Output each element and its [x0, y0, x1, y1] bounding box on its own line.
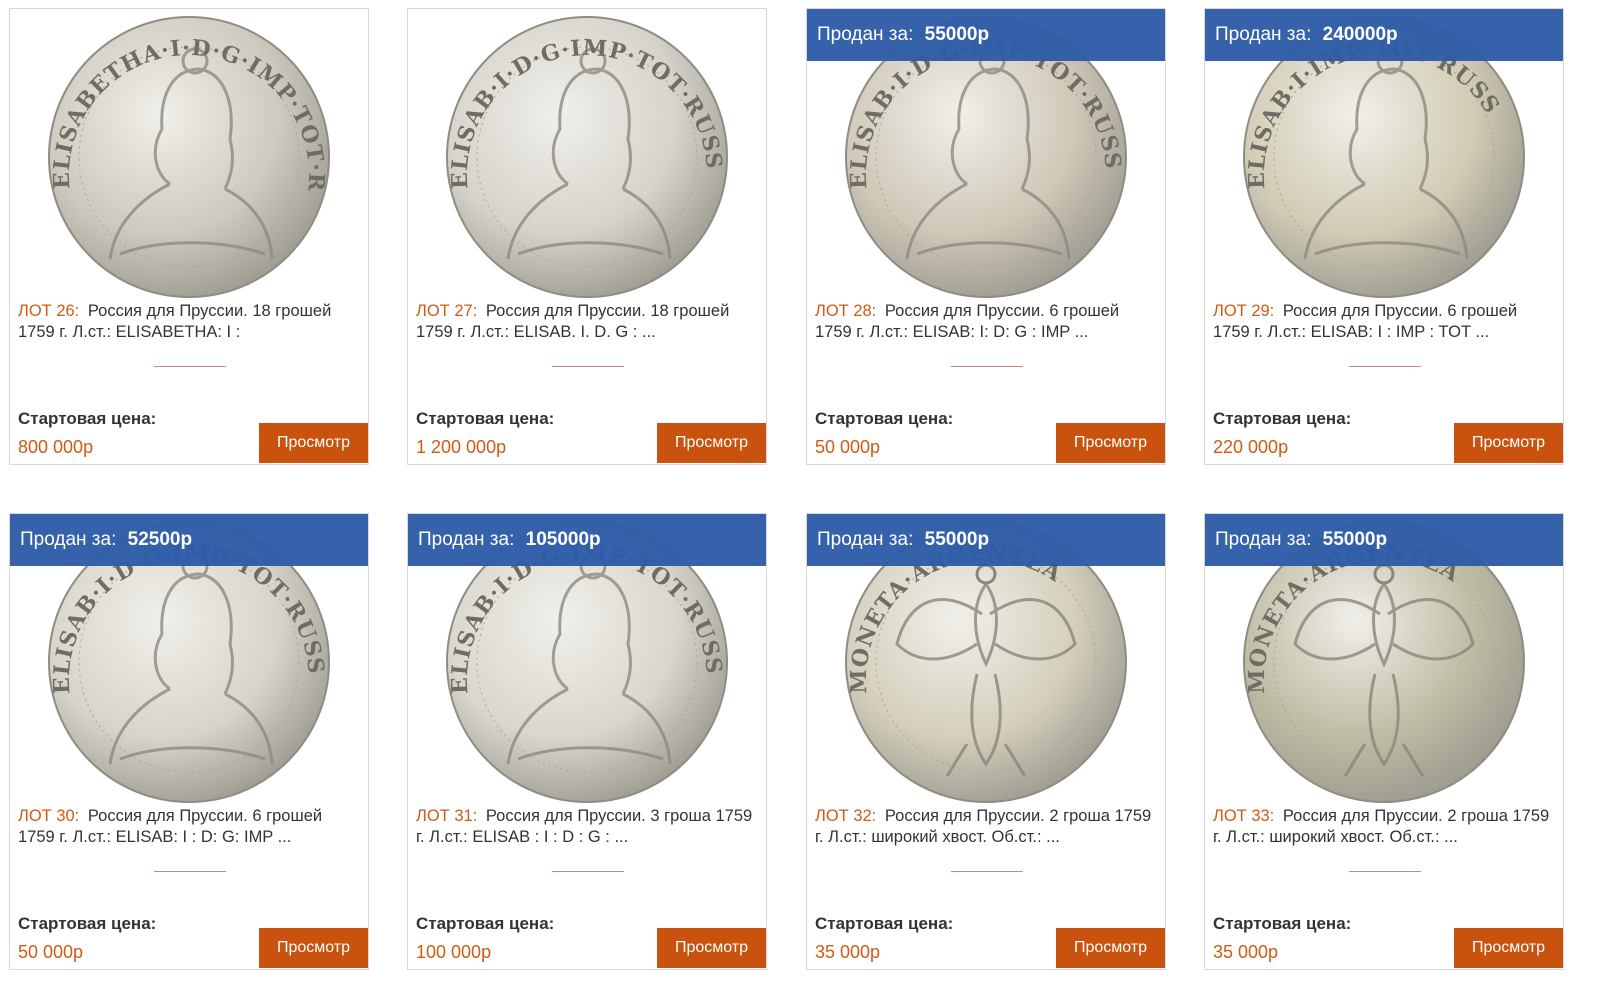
start-price-value: 1 200 000р	[416, 437, 507, 457]
sold-price: 55000р	[1322, 529, 1388, 550]
divider	[154, 871, 226, 872]
lot-number[interactable]: ЛОТ 31:	[416, 807, 477, 825]
sold-banner: Продан за: 55000р	[807, 9, 1165, 61]
start-price-value: 35 000р	[815, 942, 881, 962]
sold-label: Продан за:	[1215, 24, 1312, 45]
view-button[interactable]: Просмотр	[1454, 423, 1563, 463]
view-button[interactable]: Просмотр	[1056, 928, 1165, 968]
lot-title[interactable]: ЛОТ 33: Россия для Пруссии. 2 гроша 1759…	[1213, 806, 1558, 848]
sold-banner: Продан за: 240000р	[1205, 9, 1563, 61]
lot-number[interactable]: ЛОТ 29:	[1213, 302, 1274, 320]
lot-number[interactable]: ЛОТ 28:	[815, 302, 876, 320]
divider	[951, 366, 1023, 367]
sold-label: Продан за:	[418, 529, 515, 550]
lot-card[interactable]: ELISAB·I·D·G·IMP·TOT·RUSS ЛОТ 27: Россия…	[407, 8, 767, 465]
lot-grid: ELISABETHA·I·D·G·IMP·TOT·ROSS: ЛОТ 26: Р…	[0, 0, 1600, 991]
coin-image[interactable]: ELISAB·I·D·G·IMP·TOT·RUSS	[408, 9, 766, 299]
sold-price: 240000р	[1322, 24, 1398, 45]
divider	[552, 366, 624, 367]
view-button[interactable]: Просмотр	[657, 423, 766, 463]
divider	[1349, 366, 1421, 367]
lot-card[interactable]: MONETA·ARGENTEA Продан за: 55000р ЛОТ 32…	[806, 513, 1166, 970]
lot-number[interactable]: ЛОТ 27:	[416, 302, 477, 320]
lot-title[interactable]: ЛОТ 30: Россия для Пруссии. 6 грошей 175…	[18, 806, 363, 848]
sold-price: 55000р	[924, 529, 990, 550]
sold-banner: Продан за: 52500р	[10, 514, 368, 566]
divider	[552, 871, 624, 872]
divider	[951, 871, 1023, 872]
start-price-label: Стартовая цена:	[815, 409, 954, 428]
view-button[interactable]: Просмотр	[1056, 423, 1165, 463]
coin-image[interactable]: ELISABETHA·I·D·G·IMP·TOT·ROSS:	[10, 9, 368, 299]
lot-title[interactable]: ЛОТ 27: Россия для Пруссии. 18 грошей 17…	[416, 301, 761, 343]
sold-price: 52500р	[127, 529, 193, 550]
lot-number[interactable]: ЛОТ 26:	[18, 302, 79, 320]
lot-card[interactable]: ELISAB·I·D·G·IMP·TOT·RUSS Продан за: 525…	[9, 513, 369, 970]
view-button[interactable]: Просмотр	[1454, 928, 1563, 968]
start-price-value: 50 000р	[815, 437, 881, 457]
lot-card[interactable]: ELISAB·I·D·G·IMP·TOT·RUSS Продан за: 550…	[806, 8, 1166, 465]
lot-number[interactable]: ЛОТ 32:	[815, 807, 876, 825]
lot-title[interactable]: ЛОТ 31: Россия для Пруссии. 3 гроша 1759…	[416, 806, 761, 848]
lot-title[interactable]: ЛОТ 26: Россия для Пруссии. 18 грошей 17…	[18, 301, 363, 343]
lot-number[interactable]: ЛОТ 33:	[1213, 807, 1274, 825]
lot-card[interactable]: ELISAB·I·D·G·IMP·TOT·RUSS Продан за: 105…	[407, 513, 767, 970]
start-price-value: 100 000р	[416, 942, 492, 962]
start-price-label: Стартовая цена:	[1213, 409, 1352, 428]
divider	[154, 366, 226, 367]
start-price-value: 220 000р	[1213, 437, 1289, 457]
view-button[interactable]: Просмотр	[259, 423, 368, 463]
lot-title[interactable]: ЛОТ 32: Россия для Пруссии. 2 гроша 1759…	[815, 806, 1160, 848]
lot-card[interactable]: ELISABETHA·I·D·G·IMP·TOT·ROSS: ЛОТ 26: Р…	[9, 8, 369, 465]
start-price-label: Стартовая цена:	[18, 409, 157, 428]
start-price-label: Стартовая цена:	[416, 914, 555, 933]
start-price-label: Стартовая цена:	[18, 914, 157, 933]
start-price-value: 35 000р	[1213, 942, 1279, 962]
view-button[interactable]: Просмотр	[657, 928, 766, 968]
sold-price: 105000р	[525, 529, 601, 550]
start-price-label: Стартовая цена:	[416, 409, 555, 428]
sold-label: Продан за:	[817, 24, 914, 45]
lot-card[interactable]: MONETA·ARGENTEA Продан за: 55000р ЛОТ 33…	[1204, 513, 1564, 970]
sold-banner: Продан за: 55000р	[1205, 514, 1563, 566]
start-price-label: Стартовая цена:	[815, 914, 954, 933]
start-price-label: Стартовая цена:	[1213, 914, 1352, 933]
lot-card[interactable]: ELISAB·I·IMP·TOT·RUSS Продан за: 240000р…	[1204, 8, 1564, 465]
sold-banner: Продан за: 105000р	[408, 514, 766, 566]
sold-price: 55000р	[924, 24, 990, 45]
view-button[interactable]: Просмотр	[259, 928, 368, 968]
divider	[1349, 871, 1421, 872]
lot-title[interactable]: ЛОТ 29: Россия для Пруссии. 6 грошей 175…	[1213, 301, 1558, 343]
lot-number[interactable]: ЛОТ 30:	[18, 807, 79, 825]
sold-label: Продан за:	[1215, 529, 1312, 550]
sold-label: Продан за:	[817, 529, 914, 550]
start-price-value: 800 000р	[18, 437, 94, 457]
start-price-value: 50 000р	[18, 942, 84, 962]
sold-banner: Продан за: 55000р	[807, 514, 1165, 566]
sold-label: Продан за:	[20, 529, 117, 550]
lot-title[interactable]: ЛОТ 28: Россия для Пруссии. 6 грошей 175…	[815, 301, 1160, 343]
